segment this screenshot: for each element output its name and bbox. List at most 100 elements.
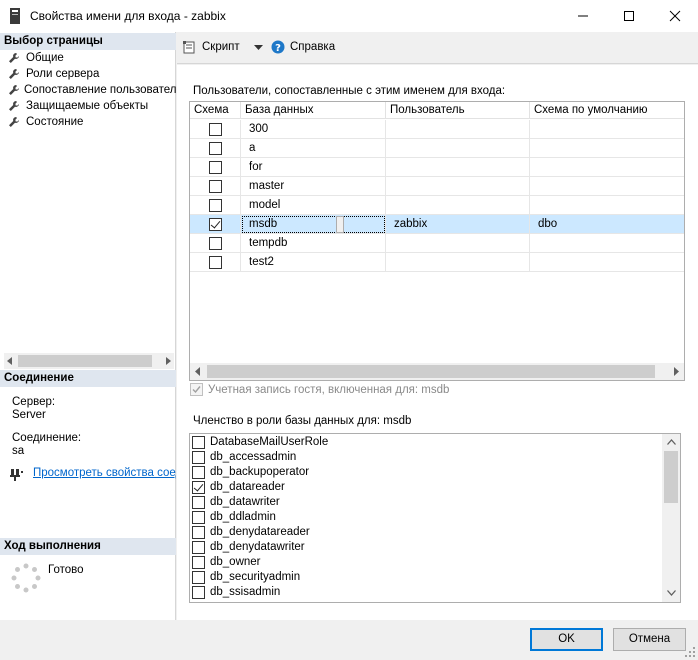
close-icon[interactable] [652, 0, 698, 32]
default-schema-cell[interactable] [530, 158, 684, 177]
role-checkbox[interactable] [192, 451, 205, 464]
scroll-left-icon[interactable] [194, 367, 202, 376]
map-cell[interactable] [190, 120, 241, 139]
chevron-up-icon[interactable] [667, 439, 676, 445]
user-cell[interactable] [386, 120, 530, 139]
database-cell[interactable]: test2 [241, 253, 386, 272]
role-label: db_datareader [210, 481, 285, 493]
map-checkbox[interactable] [209, 142, 222, 155]
database-cell[interactable]: msdb [241, 215, 386, 234]
grid-horizontal-scrollbar[interactable] [190, 363, 684, 380]
role-checkbox[interactable] [192, 556, 205, 569]
sidebar-item-status[interactable]: Состояние [8, 114, 83, 130]
map-cell[interactable] [190, 234, 241, 253]
script-button[interactable]: Скрипт [183, 40, 240, 54]
role-checkbox[interactable] [192, 496, 205, 509]
map-cell[interactable] [190, 177, 241, 196]
user-cell[interactable] [386, 139, 530, 158]
scrollbar-thumb[interactable] [207, 365, 655, 378]
cancel-button[interactable]: Отмена [613, 628, 686, 651]
table-row[interactable]: 300 [190, 120, 684, 139]
sidebar-horizontal-scrollbar[interactable] [4, 353, 174, 369]
guest-account-checkbox [190, 383, 203, 396]
table-row[interactable]: tempdb [190, 234, 684, 253]
scroll-left-icon[interactable] [6, 357, 14, 365]
role-checkbox[interactable] [192, 541, 205, 554]
role-checkbox[interactable] [192, 571, 205, 584]
role-checkbox[interactable] [192, 466, 205, 479]
scrollbar-thumb[interactable] [664, 451, 678, 503]
schema-browse-button[interactable] [336, 216, 344, 233]
sidebar-item-securables[interactable]: Защищаемые объекты [8, 98, 148, 114]
minimize-icon[interactable] [560, 0, 606, 32]
database-cell[interactable]: model [241, 196, 386, 215]
database-cell[interactable]: for [241, 158, 386, 177]
database-cell[interactable]: tempdb [241, 234, 386, 253]
help-button[interactable]: ? Справка [271, 40, 335, 54]
user-cell[interactable] [386, 158, 530, 177]
title-bar: Свойства имени для входа - zabbix [0, 0, 698, 32]
scroll-right-icon[interactable] [164, 357, 172, 365]
roles-vertical-scrollbar[interactable] [662, 434, 680, 602]
table-row[interactable]: model [190, 196, 684, 215]
column-header-map[interactable]: Схема [190, 102, 241, 119]
map-cell[interactable] [190, 215, 241, 234]
map-cell[interactable] [190, 139, 241, 158]
role-checkbox[interactable] [192, 436, 205, 449]
map-checkbox[interactable] [209, 237, 222, 250]
user-cell[interactable] [386, 177, 530, 196]
table-row[interactable]: test2 [190, 253, 684, 272]
map-checkbox[interactable] [209, 161, 222, 174]
map-checkbox[interactable] [209, 123, 222, 136]
map-cell[interactable] [190, 196, 241, 215]
scrollbar-thumb[interactable] [18, 355, 152, 367]
map-cell[interactable] [190, 158, 241, 177]
sidebar-item-user-mapping[interactable]: Сопоставление пользователей [8, 82, 176, 98]
table-row[interactable]: msdb zabbix dbo [190, 215, 684, 234]
map-checkbox[interactable] [209, 180, 222, 193]
database-cell[interactable]: master [241, 177, 386, 196]
role-checkbox[interactable] [192, 481, 205, 494]
wrench-icon [8, 116, 22, 128]
default-schema-cell[interactable] [530, 177, 684, 196]
user-cell[interactable] [386, 196, 530, 215]
role-label: db_denydatareader [210, 526, 310, 538]
role-label: db_backupoperator [210, 466, 310, 478]
role-checkbox[interactable] [192, 511, 205, 524]
default-schema-cell[interactable] [530, 196, 684, 215]
user-cell[interactable] [386, 253, 530, 272]
map-checkbox[interactable] [209, 199, 222, 212]
map-checkbox[interactable] [209, 218, 222, 231]
resize-grip-icon[interactable] [684, 646, 696, 658]
table-row[interactable]: master [190, 177, 684, 196]
user-mapping-grid[interactable]: Схема База данных Пользователь Схема по … [189, 101, 685, 381]
maximize-icon[interactable] [606, 0, 652, 32]
view-connection-properties-link[interactable]: Просмотреть свойства соединения [33, 467, 176, 479]
chevron-down-icon[interactable] [667, 590, 676, 596]
default-schema-cell[interactable] [530, 253, 684, 272]
database-cell[interactable]: a [241, 139, 386, 158]
sidebar-item-general[interactable]: Общие [8, 50, 64, 66]
roles-caption: Членство в роли базы данных для: msdb [193, 415, 412, 427]
column-header-database[interactable]: База данных [241, 102, 386, 119]
user-cell[interactable] [386, 234, 530, 253]
database-roles-list[interactable]: DatabaseMailUserRole db_accessadmin db_bac… [189, 433, 681, 603]
table-row[interactable]: a [190, 139, 684, 158]
default-schema-cell[interactable] [530, 120, 684, 139]
map-cell[interactable] [190, 253, 241, 272]
default-schema-cell[interactable]: dbo [530, 215, 684, 234]
role-checkbox[interactable] [192, 526, 205, 539]
chevron-down-icon[interactable] [254, 45, 263, 51]
map-checkbox[interactable] [209, 256, 222, 269]
table-row[interactable]: for [190, 158, 684, 177]
role-checkbox[interactable] [192, 586, 205, 599]
ok-button[interactable]: OK [530, 628, 603, 651]
column-header-user[interactable]: Пользователь [386, 102, 530, 119]
default-schema-cell[interactable] [530, 234, 684, 253]
column-header-default-schema[interactable]: Схема по умолчанию [530, 102, 684, 119]
default-schema-cell[interactable] [530, 139, 684, 158]
scroll-right-icon[interactable] [672, 367, 680, 376]
user-cell[interactable]: zabbix [386, 215, 530, 234]
database-cell[interactable]: 300 [241, 120, 386, 139]
sidebar-item-server-roles[interactable]: Роли сервера [8, 66, 99, 82]
